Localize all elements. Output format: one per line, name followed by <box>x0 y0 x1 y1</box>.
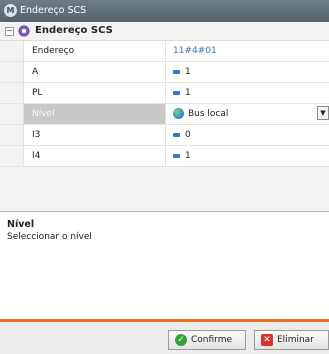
help-description: Seleccionar o nível <box>7 232 92 242</box>
property-name: Endereço <box>23 41 166 61</box>
property-value-nivel-select[interactable]: Bus local ▼ <box>166 104 329 124</box>
close-icon: ✕ <box>261 334 273 346</box>
help-title: Nível <box>7 219 35 230</box>
property-row-i3[interactable]: I3 0 <box>0 125 329 146</box>
property-row-pl[interactable]: PL 1 <box>0 83 329 104</box>
collapse-toggle-icon[interactable]: − <box>5 27 14 36</box>
value-text: 1 <box>185 67 191 77</box>
dialog-footer: ✓ Confirme ✕ Eliminar <box>0 322 329 354</box>
value-text: 1 <box>185 151 191 161</box>
row-gutter <box>0 125 23 145</box>
confirm-button[interactable]: ✓ Confirme <box>168 330 246 350</box>
property-name: PL <box>23 83 166 103</box>
property-row-a[interactable]: A 1 <box>0 62 329 83</box>
property-grid: Endereço 11#4#01 A 1 PL 1 Nível Bus loca… <box>0 41 329 167</box>
app-logo-icon: M <box>4 4 17 17</box>
value-text: 1 <box>185 88 191 98</box>
delete-label: Eliminar <box>277 335 314 345</box>
property-value-i3[interactable]: 0 <box>166 125 329 145</box>
check-icon: ✓ <box>175 334 187 346</box>
row-gutter <box>0 146 23 166</box>
numeric-icon <box>173 132 180 137</box>
property-group-header[interactable]: − Endereço SCS <box>0 22 329 41</box>
row-gutter <box>0 62 23 82</box>
property-value-pl[interactable]: 1 <box>166 83 329 103</box>
property-name: I3 <box>23 125 166 145</box>
delete-button[interactable]: ✕ Eliminar <box>254 330 329 350</box>
row-gutter <box>0 104 23 124</box>
value-text: Bus local <box>188 109 229 119</box>
window-title: Endereço SCS <box>20 5 87 16</box>
gear-icon <box>18 25 30 37</box>
property-value-i4[interactable]: 1 <box>166 146 329 166</box>
numeric-icon <box>173 69 180 74</box>
property-row-endereco[interactable]: Endereço 11#4#01 <box>0 41 329 62</box>
property-name: Nível <box>23 104 166 124</box>
value-text: 0 <box>185 130 191 140</box>
property-group-label: Endereço SCS <box>35 25 113 36</box>
chevron-down-icon[interactable]: ▼ <box>317 106 329 120</box>
property-value-a[interactable]: 1 <box>166 62 329 82</box>
property-value-endereco[interactable]: 11#4#01 <box>166 41 329 61</box>
confirm-label: Confirme <box>191 335 233 345</box>
help-panel: Nível Seleccionar o nível <box>0 211 329 323</box>
row-gutter <box>0 83 23 103</box>
property-row-i4[interactable]: I4 1 <box>0 146 329 167</box>
property-name: A <box>23 62 166 82</box>
property-panel: − Endereço SCS Endereço 11#4#01 A 1 PL 1 <box>0 22 329 354</box>
title-bar: M Endereço SCS <box>0 0 329 22</box>
row-gutter <box>0 41 23 61</box>
globe-icon <box>173 108 184 119</box>
property-row-nivel[interactable]: Nível Bus local ▼ <box>0 104 329 125</box>
property-name: I4 <box>23 146 166 166</box>
numeric-icon <box>173 153 180 158</box>
numeric-icon <box>173 90 180 95</box>
